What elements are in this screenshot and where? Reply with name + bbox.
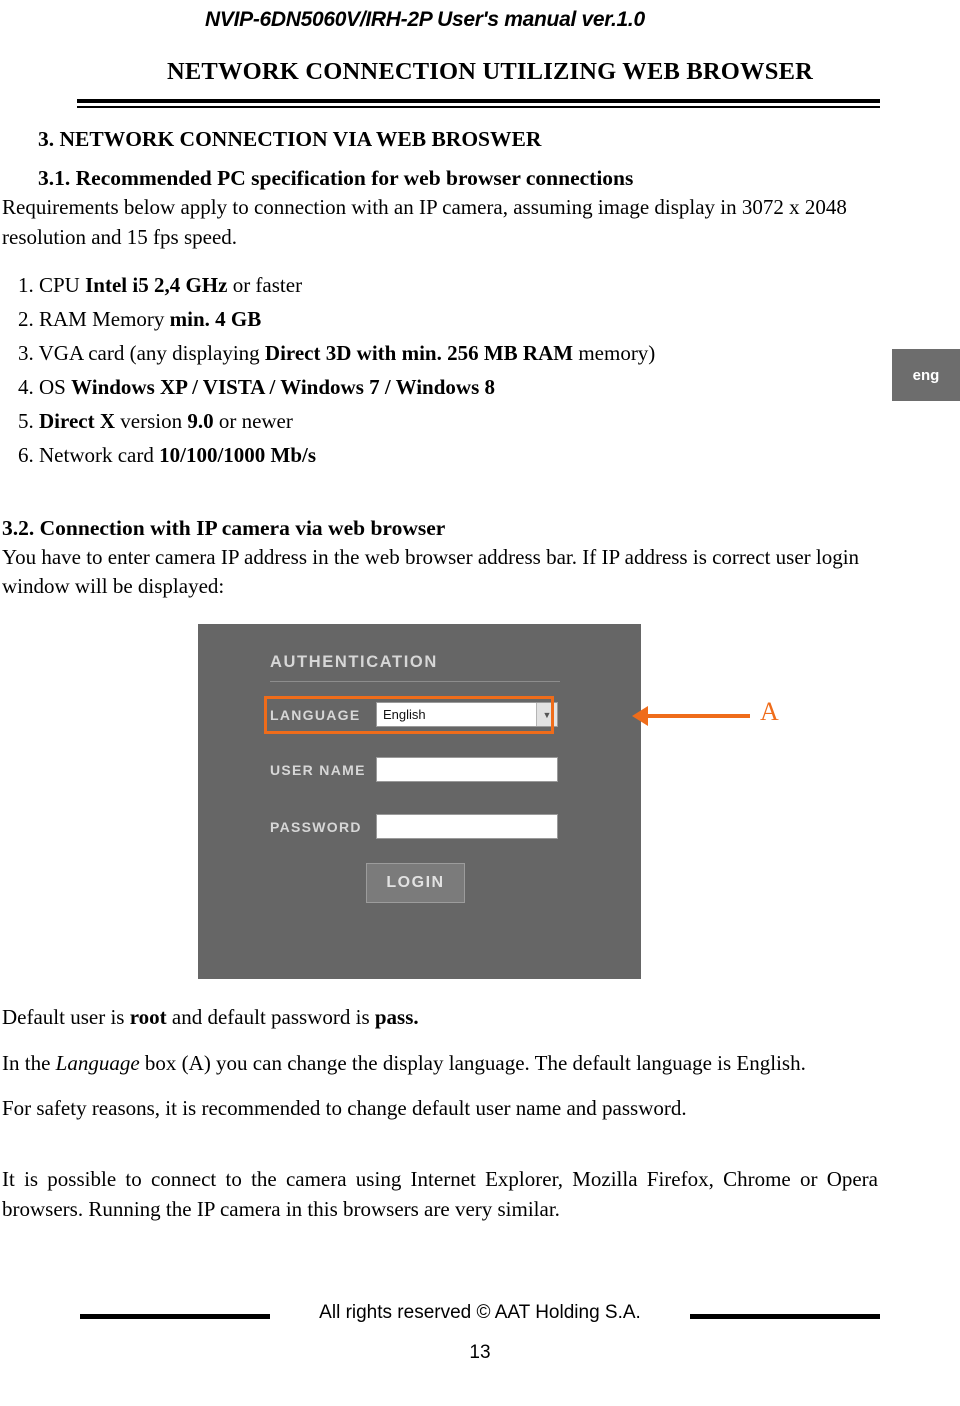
requirement-text-plain2: version <box>115 408 188 433</box>
language-highlight-box <box>264 696 554 735</box>
closing-line-2: In the Language box (A) you can change t… <box>2 1048 880 1078</box>
requirement-text-bold: Intel i5 2,4 GHz <box>85 272 228 297</box>
browser-note: It is possible to connect to the camera … <box>2 1164 878 1225</box>
footer-copyright: All rights reserved © AAT Holding S.A. <box>319 1302 641 1323</box>
document-title: NETWORK CONNECTION UTILIZING WEB BROWSER <box>166 58 814 85</box>
divider-thin <box>77 106 880 108</box>
section-3-1-heading: 3.1. Recommended PC specification for we… <box>38 166 634 190</box>
username-row: USER NAME <box>270 757 558 783</box>
language-tab: eng <box>892 349 960 401</box>
username-input[interactable] <box>376 757 558 783</box>
requirement-text-plain: OS <box>39 374 72 399</box>
page-footer: All rights reserved © AAT Holding S.A. 1… <box>0 1288 960 1406</box>
authentication-title: AUTHENTICATION <box>270 653 438 672</box>
callout-arrow-line <box>646 714 750 719</box>
closing-1c: and default password is <box>166 1005 375 1030</box>
requirement-text-plain3: or newer <box>213 408 293 433</box>
password-row: PASSWORD <box>270 814 558 840</box>
closing-line-3: For safety reasons, it is recommended to… <box>2 1096 687 1121</box>
requirement-text-plain: VGA card (any displaying <box>38 340 265 365</box>
closing-1b: root <box>129 1005 167 1030</box>
section-3-1-text: Requirements below apply to connection w… <box>2 195 847 249</box>
login-button[interactable]: LOGIN <box>366 863 465 904</box>
requirement-text-plain: CPU <box>39 272 86 297</box>
closing-1a: Default user is <box>2 1005 130 1030</box>
requirement-number: 3. <box>18 340 34 365</box>
list-item: 4. OS Windows XP / VISTA / Windows 7 / W… <box>18 374 880 399</box>
username-label: USER NAME <box>270 761 366 778</box>
closing-2b: Language <box>55 1050 140 1075</box>
section-3-heading: 3. NETWORK CONNECTION VIA WEB BROSWER <box>38 127 542 151</box>
page-number: 13 <box>469 1342 491 1363</box>
callout-arrow-head <box>632 706 648 727</box>
closing-1d: pass. <box>374 1005 419 1030</box>
login-window-figure: AUTHENTICATION LANGUAGE English ▼ USER N… <box>80 624 880 980</box>
list-item: 6. Network card 10/100/1000 Mb/s <box>18 442 880 467</box>
section-3-2-text: You have to enter camera IP address in t… <box>2 544 860 599</box>
password-label: PASSWORD <box>270 818 362 835</box>
requirement-text-plain2: or faster <box>227 272 303 297</box>
browser-note-text: It is possible to connect to the camera … <box>2 1166 878 1221</box>
requirement-text-plain: Network card <box>39 442 160 467</box>
section-3-2: 3.2. Connection with IP camera via web b… <box>2 516 880 603</box>
requirement-number: 1. <box>18 272 34 297</box>
password-input[interactable] <box>376 814 558 840</box>
callout-letter-a: A <box>760 697 779 727</box>
list-item: 1. CPU Intel i5 2,4 GHz or faster <box>18 272 880 297</box>
authentication-title-rule <box>270 681 560 683</box>
closing-2c: box (A) you can change the display langu… <box>139 1050 806 1075</box>
closing-paragraphs: Default user is root and default passwor… <box>2 1002 880 1224</box>
requirement-text-bold: Direct 3D with min. 256 MB RAM <box>264 340 574 365</box>
requirement-text-plain2: memory) <box>573 340 656 365</box>
requirement-number: 6. <box>18 442 34 467</box>
list-item: 3. VGA card (any displaying Direct 3D wi… <box>18 340 880 365</box>
requirement-number: 4. <box>18 374 34 399</box>
list-item: 5. Direct X version 9.0 or newer <box>18 408 880 433</box>
requirement-text-bold2: 9.0 <box>187 408 214 433</box>
title-divider <box>77 99 880 108</box>
running-head: NVIP-6DN5060V/IRH-2P User's manual ver.1… <box>205 8 645 31</box>
login-window-screenshot: AUTHENTICATION LANGUAGE English ▼ USER N… <box>198 624 641 980</box>
document-page: NVIP-6DN5060V/IRH-2P User's manual ver.1… <box>0 0 960 1406</box>
requirement-text-bold: Direct X <box>39 408 115 433</box>
requirement-number: 2. <box>18 306 34 331</box>
list-item: 2. RAM Memory min. 4 GB <box>18 306 880 331</box>
requirement-text-plain: RAM Memory <box>39 306 170 331</box>
section-3-2-heading: 3.2. Connection with IP camera via web b… <box>2 515 446 540</box>
requirements-list: 1. CPU Intel i5 2,4 GHz or faster 2. RAM… <box>18 272 880 467</box>
requirement-text-bold: 10/100/1000 Mb/s <box>159 442 317 467</box>
closing-line-1: Default user is root and default passwor… <box>2 1002 880 1032</box>
divider-thick <box>77 99 880 103</box>
requirement-text-bold: Windows XP / VISTA / Windows 7 / Windows… <box>71 374 495 399</box>
requirement-number: 5. <box>18 408 34 433</box>
closing-2a: In the <box>2 1050 56 1075</box>
requirement-text-bold: min. 4 GB <box>169 306 262 331</box>
